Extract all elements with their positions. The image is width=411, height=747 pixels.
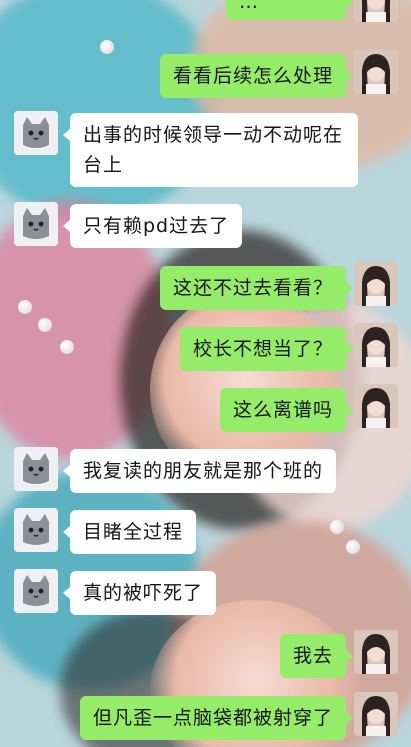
incoming-message-bubble[interactable]: 目睹全过程 (62, 510, 197, 554)
gray-cat-avatar-icon[interactable] (14, 111, 58, 155)
girl-photo-avatar[interactable] (354, 0, 398, 22)
girl-photo-avatar[interactable] (354, 692, 398, 736)
outgoing-message-bubble[interactable]: 看看后续怎么处理 (159, 54, 354, 98)
girl-photo-avatar[interactable] (354, 323, 398, 367)
girl-photo-avatar[interactable] (354, 262, 398, 306)
outgoing-message-bubble[interactable]: 校长不想当了？ (179, 327, 354, 371)
girl-photo-avatar[interactable] (354, 50, 398, 94)
incoming-message-bubble[interactable]: 出事的时候领导一动不动呢在台上 (63, 113, 358, 187)
gray-cat-avatar-icon[interactable] (14, 447, 58, 491)
outgoing-message-bubble[interactable]: … (226, 0, 353, 20)
incoming-message-bubble[interactable]: 真的被吓死了 (62, 571, 217, 615)
girl-photo-avatar[interactable] (354, 630, 398, 674)
gray-cat-avatar-icon[interactable] (14, 508, 58, 552)
outgoing-message-bubble[interactable]: 我去 (279, 634, 354, 678)
outgoing-message-bubble[interactable]: 这么离谱吗 (219, 388, 354, 432)
gray-cat-avatar-icon[interactable] (14, 569, 58, 613)
outgoing-message-bubble[interactable]: 但凡歪一点脑袋都被射穿了 (79, 696, 354, 740)
outgoing-message-bubble[interactable]: 这还不过去看看？ (159, 266, 354, 310)
incoming-message-bubble[interactable]: 只有赖pd过去了 (62, 204, 243, 248)
gray-cat-avatar-icon[interactable] (14, 202, 58, 246)
girl-photo-avatar[interactable] (354, 384, 398, 428)
incoming-message-bubble[interactable]: 我复读的朋友就是那个班的 (62, 449, 337, 493)
